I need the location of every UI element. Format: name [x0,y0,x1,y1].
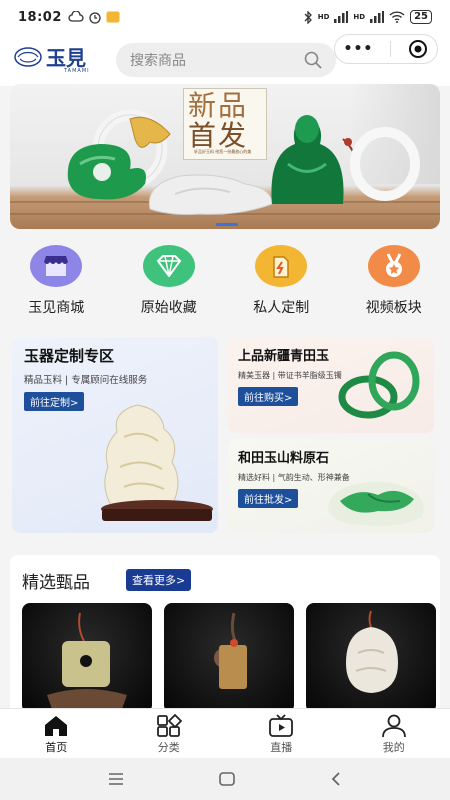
status-bar: 18:02 HD HD 25 [0,0,450,34]
battery-indicator: 25 [410,10,432,24]
hetian-jade-card[interactable]: 和田玉山料原石 精选好料 | 气韵生动、形神兼备 前往批发> [228,439,434,533]
tab-category[interactable]: 分类 [113,709,226,758]
jade-bangle-image [338,351,420,419]
product-card[interactable] [22,603,152,713]
tab-profile[interactable]: 我的 [338,709,450,758]
diamond-icon [142,245,195,287]
raw-jade-stone-image [328,481,424,526]
product-card[interactable] [164,603,294,713]
quick-nav-label: 原始收藏 [140,300,197,316]
shop-icon [30,245,83,287]
network-label-2: HD [353,13,366,21]
menu-icon[interactable] [107,772,125,786]
bluetooth-icon [304,10,312,24]
status-time: 18:02 [18,9,62,25]
promo-cards: 玉器定制专区 精品玉料 | 专属顾问在线服务 前往定制> 上品新疆青田玉 精美玉… [0,335,450,535]
tab-label: 我的 [382,741,405,754]
home-button-icon[interactable] [218,771,236,787]
quick-nav-label: 私人定制 [253,300,310,316]
white-jade-pendant-image [346,610,398,693]
live-tv-icon [269,714,294,737]
banner-title-line2: 首发 [188,119,249,152]
signal-icon [334,11,349,23]
banner-title-line1: 新品 [188,89,249,122]
back-icon[interactable] [329,771,343,787]
medal-icon [367,245,420,287]
banner-tagline: 轩品好玉料 给您一份最放心的美 [194,149,252,154]
quick-nav: 玉见商城 原始收藏 私人定制 视频板块 [0,245,450,325]
tab-label: 首页 [45,741,68,754]
product-card[interactable] [306,603,436,713]
quick-nav-label: 玉见商城 [28,300,85,316]
home-icon [45,716,68,736]
selection-section: 精选甄品 查看更多> [10,555,440,720]
view-more-button[interactable]: 查看更多> [126,569,192,591]
quick-nav-label: 视频板块 [365,300,422,316]
selection-title: 精选甄品 [22,573,90,593]
tab-label: 直播 [270,741,293,754]
cloud-icon [68,11,84,22]
mini-program-capsule: ••• [334,34,438,64]
search-icon[interactable] [304,51,322,69]
notification-app-icon [106,11,120,23]
tab-home[interactable]: 首页 [0,709,113,758]
quick-nav-custom[interactable]: 私人定制 [225,245,338,325]
jade-tablet-image [214,612,247,689]
category-icon [156,714,182,737]
jade-pendant-image [47,612,127,709]
tab-label: 分类 [157,741,180,754]
more-menu-button[interactable]: ••• [344,41,374,57]
banner-title-card: 新品 首发 轩品好玉料 给您一份最放心的美 [183,88,267,160]
jade-carving-image [101,404,213,521]
tag-icon [255,245,308,287]
brand-logo[interactable]: 玉見 TAMAMI [14,42,89,74]
alarm-icon [89,12,101,24]
signal-icon-2 [370,11,385,23]
quick-nav-shop[interactable]: 玉见商城 [0,245,113,325]
network-label-1: HD [317,13,330,21]
logo-subtext: TAMAMI [64,68,90,74]
qingtian-jade-card[interactable]: 上品新疆青田玉 精美玉器 | 带证书羊脂级玉镯 前往购买> [228,337,434,433]
logo-text: 玉見 [46,46,86,70]
tab-live[interactable]: 直播 [225,709,338,758]
search-placeholder: 搜索商品 [130,53,186,69]
logo-emblem-icon [14,46,42,67]
wifi-icon [389,11,405,23]
promo-banner[interactable]: 新品 首发 轩品好玉料 给您一份最放心的美 [10,84,440,229]
custom-jade-card[interactable]: 玉器定制专区 精品玉料 | 专属顾问在线服务 前往定制> [12,337,218,533]
banner-page-indicator [216,223,238,226]
search-bar[interactable]: 搜索商品 [116,43,336,77]
quick-nav-collection[interactable]: 原始收藏 [113,245,226,325]
system-nav-bar [0,758,450,800]
quick-nav-video[interactable]: 视频板块 [338,245,450,325]
bottom-tab-bar: 首页 分类 直播 我的 [0,708,450,758]
profile-icon [381,714,406,738]
close-target-icon[interactable] [408,39,428,59]
